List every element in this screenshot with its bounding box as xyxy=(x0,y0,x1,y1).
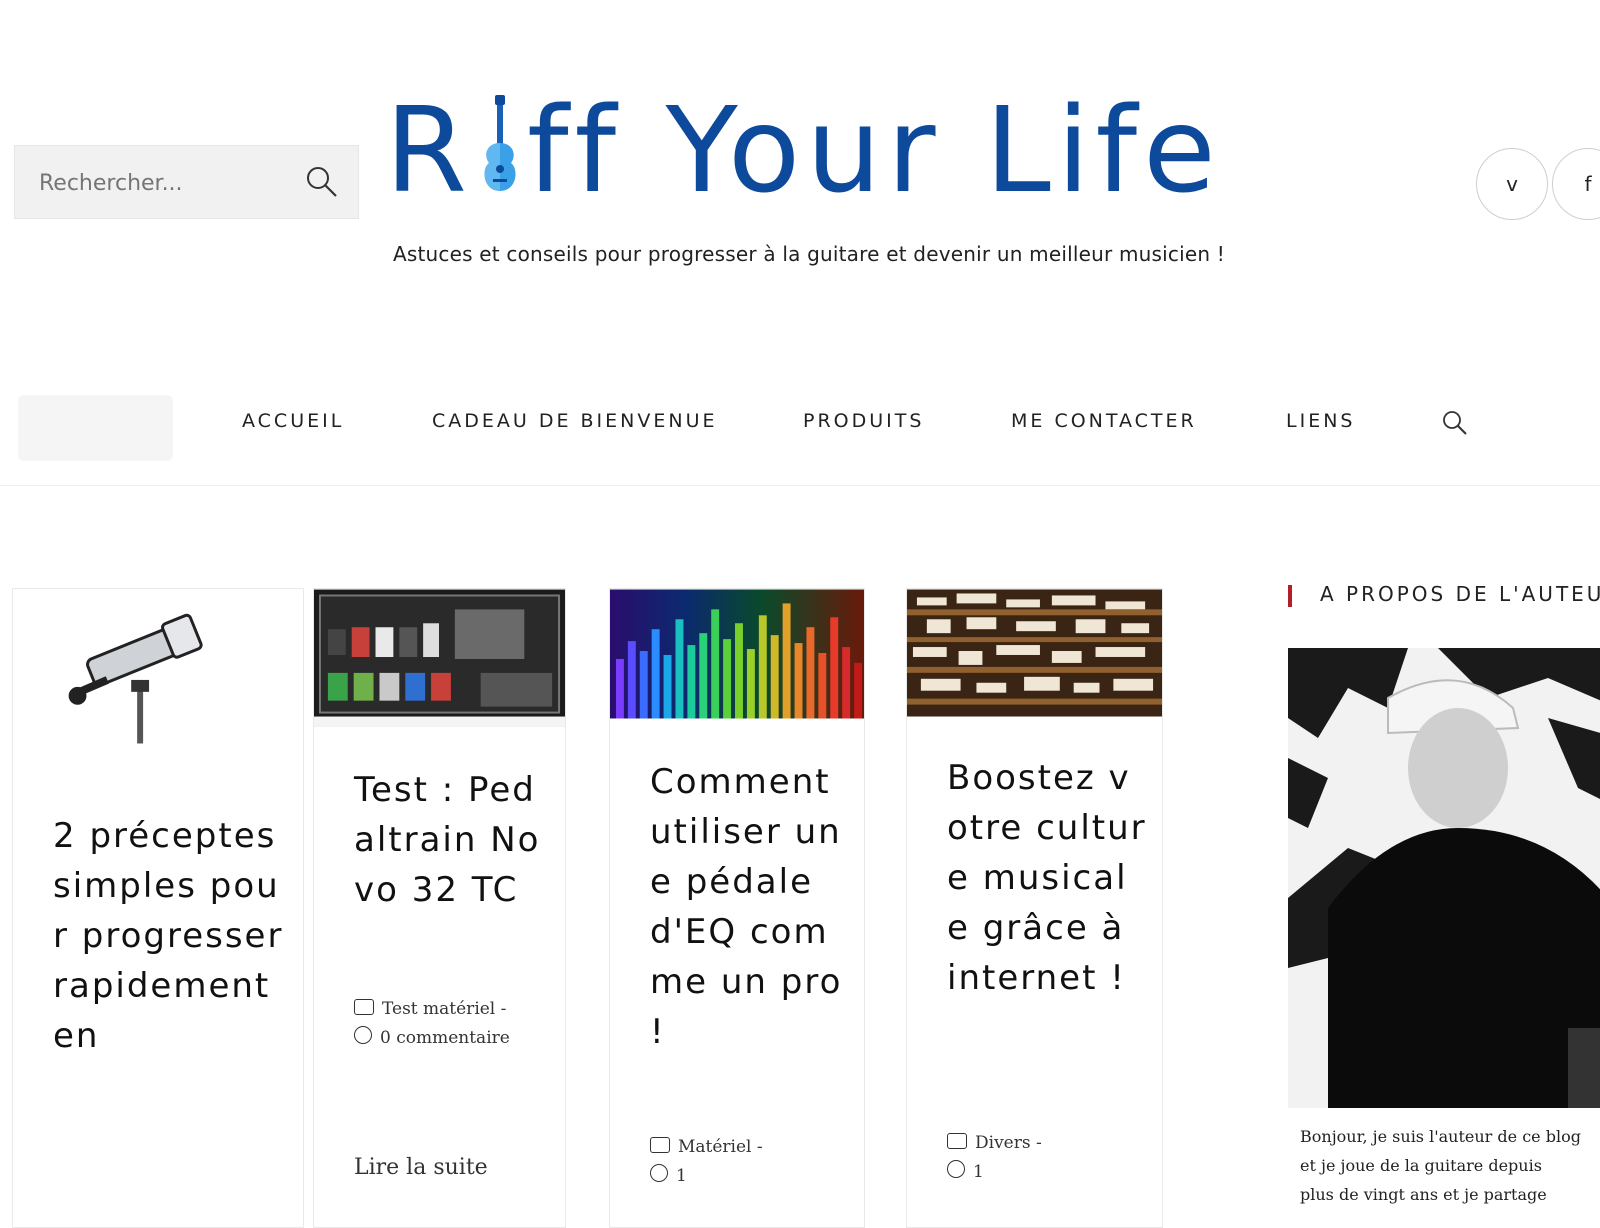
logo-text-start: R xyxy=(385,81,473,219)
site-tagline: Astuces et conseils pour progresser à la… xyxy=(393,242,1226,266)
sidebar-heading-text: A PROPOS DE L'AUTEUR xyxy=(1320,582,1600,606)
folder-icon xyxy=(947,1133,967,1149)
social-icon-1[interactable]: v xyxy=(1476,148,1548,220)
sidebar-heading: A PROPOS DE L'AUTEUR xyxy=(1288,582,1600,607)
comment-icon xyxy=(354,1026,372,1044)
pedalboard-image xyxy=(314,589,565,727)
telescope-image xyxy=(68,613,203,744)
social-icon-1-glyph: v xyxy=(1506,172,1518,196)
nav-item-cadeau[interactable]: CADEAU DE BIENVENUE xyxy=(432,410,718,432)
post-card[interactable]: Boostez votre culture musicale grâce à i… xyxy=(906,588,1163,1228)
read-more-link[interactable]: Lire la suite xyxy=(354,1155,488,1180)
post-category[interactable]: Divers - xyxy=(975,1133,1042,1153)
search-icon[interactable] xyxy=(304,164,340,200)
post-meta: Matériel - 1 xyxy=(650,1133,850,1191)
header-search-input[interactable] xyxy=(37,164,311,202)
nav-search-icon[interactable] xyxy=(1441,409,1469,437)
author-photo xyxy=(1288,648,1600,1108)
nav-item-contact[interactable]: ME CONTACTER xyxy=(1011,410,1197,432)
post-card[interactable]: 2 préceptes simples pour progresser rapi… xyxy=(12,588,304,1228)
post-comments[interactable]: 1 xyxy=(973,1162,984,1182)
header-search-box xyxy=(14,145,359,219)
nav-logo-placeholder xyxy=(18,395,173,461)
nav-item-liens[interactable]: LIENS xyxy=(1286,410,1355,432)
post-comments[interactable]: 0 commentaire xyxy=(380,1028,510,1048)
post-comments[interactable]: 1 xyxy=(676,1166,687,1186)
post-category[interactable]: Test matériel - xyxy=(382,999,506,1019)
author-bio-line: Bonjour, je suis l'auteur de ce blog xyxy=(1300,1127,1581,1146)
author-bio-line: plus de vingt ans et je partage xyxy=(1300,1185,1547,1204)
post-title[interactable]: Test : Pedaltrain Novo 32 TC xyxy=(354,765,551,915)
folder-icon xyxy=(650,1137,670,1153)
social-icon-2-glyph: f xyxy=(1584,172,1592,196)
equalizer-image xyxy=(610,589,864,719)
logo-text-end: ff Your Life xyxy=(527,81,1222,219)
comment-icon xyxy=(650,1164,668,1182)
nav-item-accueil[interactable]: ACCUEIL xyxy=(242,410,344,432)
post-title[interactable]: Comment utiliser une pédale d'EQ comme u… xyxy=(650,757,850,1057)
author-bio-line: et je joue de la guitare depuis xyxy=(1300,1156,1542,1175)
guitar-icon xyxy=(484,95,516,191)
comment-icon xyxy=(947,1160,965,1178)
post-category[interactable]: Matériel - xyxy=(678,1137,763,1157)
author-bio: Bonjour, je suis l'auteur de ce blog et … xyxy=(1300,1122,1600,1209)
site-logo[interactable]: R ff Your Life xyxy=(385,88,1315,213)
social-icon-2[interactable]: f xyxy=(1552,148,1600,220)
folder-icon xyxy=(354,999,374,1015)
post-card[interactable]: Comment utiliser une pédale d'EQ comme u… xyxy=(609,588,865,1228)
crowd-image xyxy=(907,589,1162,717)
nav-item-produits[interactable]: PRODUITS xyxy=(803,410,924,432)
main-navigation: ACCUEIL CADEAU DE BIENVENUE PRODUITS ME … xyxy=(0,365,1600,486)
post-title[interactable]: Boostez votre culture musicale grâce à i… xyxy=(947,753,1148,1003)
post-meta: Test matériel - 0 commentaire xyxy=(354,995,551,1053)
post-title[interactable]: 2 préceptes simples pour progresser rapi… xyxy=(53,811,289,1061)
post-card[interactable]: Test : Pedaltrain Novo 32 TC Test matéri… xyxy=(313,588,566,1228)
post-meta: Divers - 1 xyxy=(947,1129,1148,1187)
heading-accent-bar xyxy=(1288,585,1292,607)
